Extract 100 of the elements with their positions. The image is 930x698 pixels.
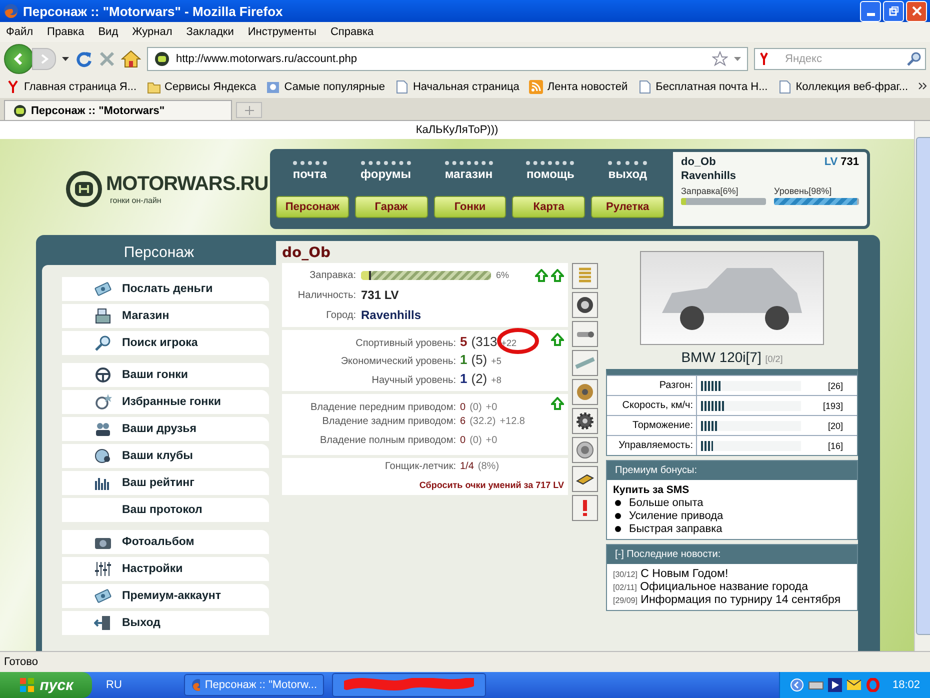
address-field[interactable]: http://www.motorwars.ru/account.php (147, 47, 748, 71)
page-icon (394, 80, 409, 94)
sidebar-item[interactable]: Выход (62, 611, 269, 635)
level-bonus: +8 (491, 375, 502, 385)
menu-item[interactable]: Файл (6, 26, 34, 38)
menu-item[interactable]: Инструменты (248, 26, 316, 38)
top-link[interactable]: выход (608, 160, 648, 180)
folder-icon (146, 80, 161, 94)
level-label: Спортивный уровень: (354, 338, 456, 349)
news-link[interactable]: Официальное название города (640, 581, 808, 593)
minimize-icon (866, 12, 874, 16)
sidebar-item[interactable]: Ваш рейтинг (62, 471, 269, 495)
search-icon[interactable] (906, 51, 922, 67)
start-button[interactable]: пуск (0, 672, 92, 698)
restore-button[interactable] (883, 0, 904, 22)
plus-icon (244, 106, 254, 115)
search-field[interactable]: Яндекс (754, 48, 926, 70)
app-icon (191, 678, 200, 692)
currency-label: LV (824, 156, 838, 168)
cash-register-icon (94, 308, 112, 324)
steering-wheel-icon (94, 367, 112, 383)
sidebar-item[interactable]: Послать деньги (62, 277, 269, 301)
bookmark[interactable]: Самые популярные (266, 80, 385, 94)
nav-button[interactable]: Гараж (354, 196, 428, 218)
news-link[interactable]: С Новым Годом! (640, 568, 728, 580)
user-name: do_Ob (681, 156, 716, 168)
top-link[interactable]: магазин (444, 160, 493, 180)
balance-value: 731 (840, 156, 859, 168)
arrow-left-icon[interactable] (790, 678, 804, 692)
bar-chart-icon (94, 475, 112, 491)
reload-icon[interactable] (75, 50, 93, 68)
bookmark[interactable]: Сервисы Яндекса (146, 80, 256, 94)
menu-item[interactable]: Вид (98, 26, 118, 38)
nav-button[interactable]: Гонки (434, 196, 506, 218)
bookmark[interactable]: Начальная страница (394, 80, 520, 94)
bullet-icon (615, 500, 621, 506)
sidebar-item[interactable]: Ваш протокол (62, 498, 269, 522)
bookmark[interactable]: Коллекция веб-фраг... (778, 80, 908, 94)
sidebar-item[interactable]: Поиск игрока (62, 331, 269, 355)
new-tab-button[interactable] (236, 102, 262, 118)
turbo-icon[interactable] (572, 437, 598, 463)
back-button[interactable] (4, 44, 34, 74)
bookmark[interactable]: Главная страница Я... (6, 80, 137, 94)
app-icon (3, 3, 19, 19)
chassis-icon[interactable] (572, 350, 598, 376)
taskbar-button[interactable]: Персонаж :: "Motorw... (184, 674, 324, 696)
menu-item[interactable]: Правка (47, 26, 84, 38)
language-indicator[interactable]: RU (100, 679, 176, 691)
up-arrow-icon[interactable] (551, 333, 564, 346)
site-icon (154, 51, 170, 67)
up-arrow-icon[interactable] (551, 268, 564, 282)
sidebar-item[interactable]: Ваши друзья (62, 417, 269, 441)
sidebar-item[interactable]: Премиум-аккаунт (62, 584, 269, 608)
nav-button[interactable]: Рулетка (591, 196, 664, 218)
stat-label: Скорость, км/ч: (607, 396, 697, 415)
menu-item[interactable]: Журнал (132, 26, 172, 38)
level-value: 1 (460, 371, 468, 386)
sidebar-item[interactable]: Избранные гонки (62, 390, 269, 414)
reset-skills-link[interactable]: Сбросить очки умений за 717 LV (419, 480, 564, 490)
fuel-percent: 6% (496, 270, 510, 280)
mail-icon[interactable] (846, 679, 862, 691)
sidebar-item[interactable]: Ваши гонки (62, 363, 269, 387)
star-icon[interactable] (712, 51, 728, 67)
drive-points: (32.2) (470, 416, 496, 427)
card-title: [-] Последние новости: (607, 545, 857, 564)
exclamation-icon[interactable] (572, 495, 598, 521)
home-icon[interactable] (121, 50, 141, 68)
bullet-icon (615, 526, 621, 532)
top-link[interactable]: почта (292, 160, 327, 180)
minimize-button[interactable] (860, 0, 881, 22)
menu-item[interactable]: Справка (330, 26, 374, 38)
exhaust-pipe-icon[interactable] (572, 321, 598, 347)
steering-wheel-star-icon (94, 394, 112, 410)
scrollbar[interactable] (914, 121, 930, 651)
bookmark[interactable]: Бесплатная почта Н... (638, 80, 768, 94)
sidebar-item[interactable]: Магазин (62, 304, 269, 328)
up-arrow-icon[interactable] (551, 397, 564, 410)
tire-icon[interactable] (572, 292, 598, 318)
cash-label: Наличность: (296, 290, 356, 300)
top-link[interactable]: форумы (360, 160, 411, 180)
up-arrow-icon[interactable] (535, 268, 548, 282)
box-icon[interactable] (572, 466, 598, 492)
news-date: [02/11] (613, 583, 637, 592)
browser-tab[interactable]: Персонаж :: "Motorwars" (4, 100, 232, 120)
caret-icon[interactable] (62, 57, 69, 61)
circle-annotation (496, 327, 540, 355)
play-icon[interactable] (828, 678, 842, 692)
sidebar-item[interactable]: Ваши клубы (62, 444, 269, 468)
close-button[interactable] (906, 0, 927, 22)
sidebar-item[interactable]: Настройки (62, 557, 269, 581)
drive-bonus: +0 (486, 435, 498, 446)
menu-item[interactable]: Закладки (186, 26, 234, 38)
level-points: (313 (471, 334, 498, 349)
news-link[interactable]: Информация по турниру 14 сентября (640, 594, 841, 606)
nav-button[interactable]: Персонаж (276, 196, 349, 218)
bookmark[interactable]: Лента новостей (529, 80, 628, 94)
nav-button[interactable]: Карта (512, 196, 586, 218)
top-link[interactable]: помощь (526, 160, 574, 180)
gear-icon[interactable] (572, 408, 598, 434)
sidebar-item[interactable]: Фотоальбом (62, 530, 269, 554)
